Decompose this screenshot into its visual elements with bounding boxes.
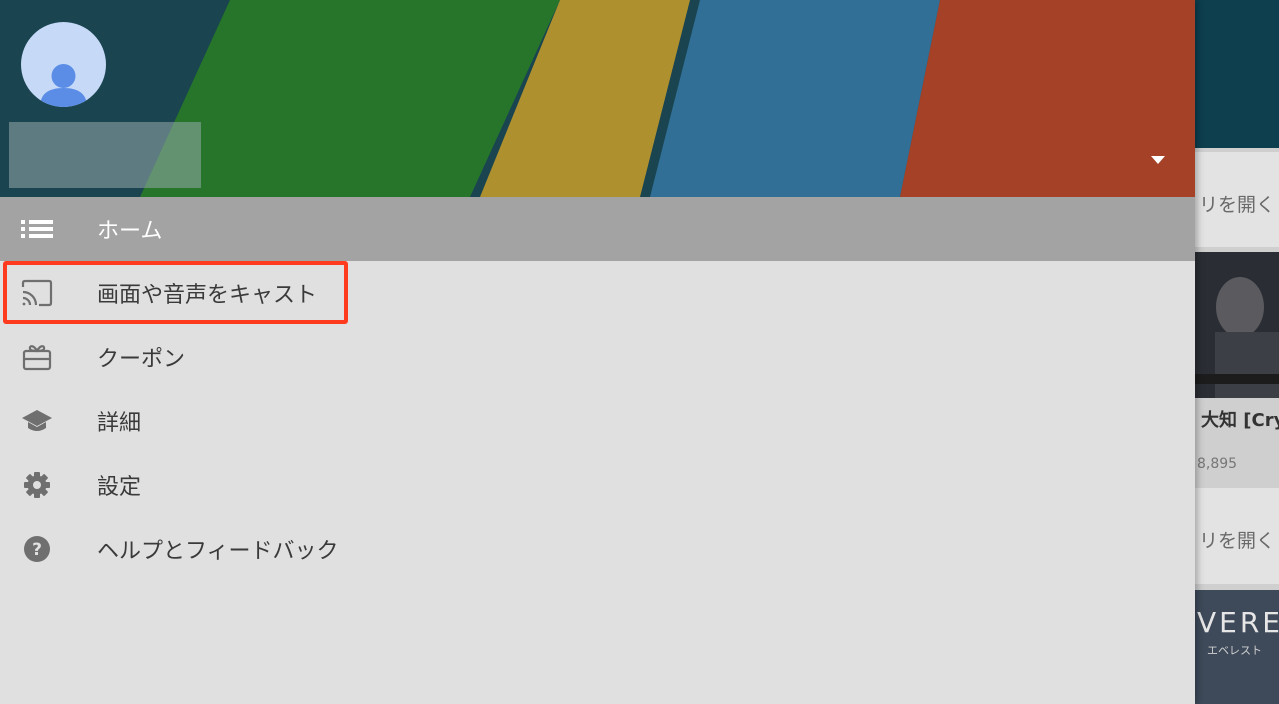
- menu-item-coupon[interactable]: クーポン: [0, 325, 1195, 389]
- drawer-menu: ホーム 画面や音声をキャスト クーポン 詳細 設定 ? ヘルプとフィードバック: [0, 197, 1195, 581]
- menu-label-details: 詳細: [97, 411, 142, 436]
- menu-item-cast[interactable]: 画面や音声をキャスト: [0, 261, 1195, 325]
- menu-item-settings[interactable]: 設定: [0, 453, 1195, 517]
- menu-label-coupon: クーポン: [97, 347, 186, 372]
- navigation-drawer: ホーム 画面や音声をキャスト クーポン 詳細 設定 ? ヘルプとフィードバック: [0, 0, 1195, 704]
- account-name: [9, 122, 201, 188]
- dropdown-arrow-icon: [1151, 156, 1165, 164]
- video-thumbnail[interactable]: [1195, 252, 1279, 398]
- video-views: 8,895: [1197, 456, 1238, 472]
- menu-item-details[interactable]: 詳細: [0, 389, 1195, 453]
- svg-text:?: ?: [32, 540, 42, 560]
- background-header: [1195, 0, 1279, 148]
- background-app: リを開く 大知 [Cry 8,895 リを開く VERES エベレスト: [1195, 0, 1279, 704]
- menu-label-cast: 画面や音声をキャスト: [97, 283, 318, 308]
- open-app-card[interactable]: リを開く: [1195, 152, 1279, 247]
- menu-label-settings: 設定: [97, 475, 142, 500]
- help-icon: ?: [21, 533, 53, 565]
- gear-icon: [21, 469, 53, 501]
- user-icon: [40, 64, 87, 107]
- movie-caption: VERES: [1197, 606, 1279, 639]
- cast-icon: [21, 277, 53, 309]
- coupon-icon: [21, 341, 53, 373]
- video-title[interactable]: 大知 [Cry: [1201, 406, 1279, 432]
- avatar[interactable]: [21, 22, 106, 107]
- menu-item-home[interactable]: ホーム: [0, 197, 1195, 261]
- menu-label-home: ホーム: [97, 219, 163, 244]
- account-dropdown-button[interactable]: [1146, 148, 1170, 172]
- open-app-card-2[interactable]: リを開く: [1195, 488, 1279, 584]
- list-icon: [21, 213, 53, 245]
- menu-item-help[interactable]: ? ヘルプとフィードバック: [0, 517, 1195, 581]
- graduation-cap-icon: [21, 405, 53, 437]
- account-header: [0, 0, 1195, 197]
- open-app-text-2: リを開く: [1199, 530, 1276, 552]
- menu-label-help: ヘルプとフィードバック: [97, 539, 339, 564]
- open-app-text: リを開く: [1199, 194, 1276, 216]
- movie-subcaption: エベレスト: [1207, 644, 1262, 657]
- movie-thumbnail[interactable]: VERES エベレスト: [1195, 590, 1279, 704]
